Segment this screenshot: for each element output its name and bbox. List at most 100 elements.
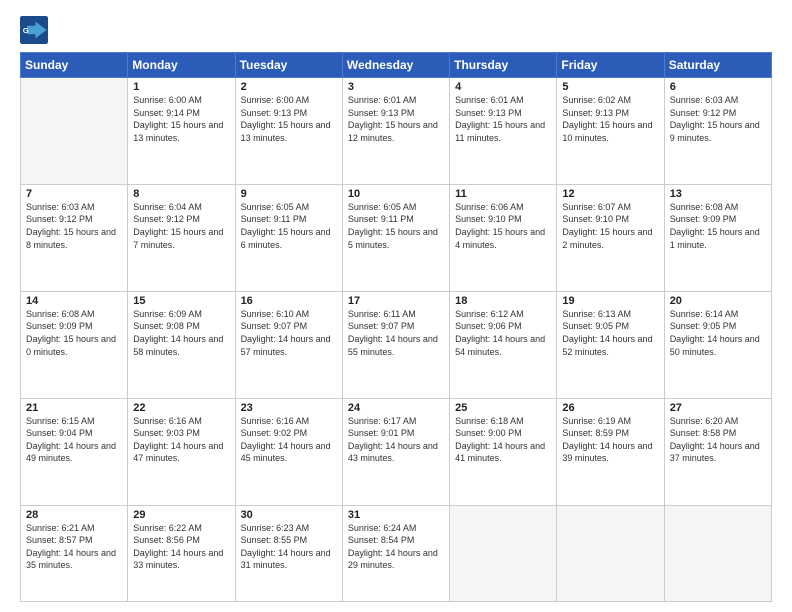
day-number: 3 [348, 81, 444, 93]
day-info: Sunrise: 6:04 AM Sunset: 9:12 PM Dayligh… [133, 201, 229, 251]
day-number: 31 [348, 509, 444, 521]
day-number: 13 [670, 188, 766, 200]
day-info: Sunrise: 6:03 AM Sunset: 9:12 PM Dayligh… [26, 201, 122, 251]
calendar-cell: 16 Sunrise: 6:10 AM Sunset: 9:07 PM Dayl… [235, 291, 342, 398]
day-number: 24 [348, 402, 444, 414]
day-info: Sunrise: 6:08 AM Sunset: 9:09 PM Dayligh… [670, 201, 766, 251]
day-info: Sunrise: 6:16 AM Sunset: 9:02 PM Dayligh… [241, 415, 337, 465]
day-info: Sunrise: 6:22 AM Sunset: 8:56 PM Dayligh… [133, 522, 229, 572]
calendar-cell: 31 Sunrise: 6:24 AM Sunset: 8:54 PM Dayl… [342, 505, 449, 602]
calendar-header-saturday: Saturday [664, 53, 771, 78]
calendar-cell [557, 505, 664, 602]
calendar-cell: 24 Sunrise: 6:17 AM Sunset: 9:01 PM Dayl… [342, 398, 449, 505]
day-info: Sunrise: 6:11 AM Sunset: 9:07 PM Dayligh… [348, 308, 444, 358]
day-number: 7 [26, 188, 122, 200]
day-number: 15 [133, 295, 229, 307]
day-number: 29 [133, 509, 229, 521]
day-info: Sunrise: 6:05 AM Sunset: 9:11 PM Dayligh… [241, 201, 337, 251]
day-info: Sunrise: 6:15 AM Sunset: 9:04 PM Dayligh… [26, 415, 122, 465]
calendar-header-tuesday: Tuesday [235, 53, 342, 78]
calendar-cell: 22 Sunrise: 6:16 AM Sunset: 9:03 PM Dayl… [128, 398, 235, 505]
day-number: 4 [455, 81, 551, 93]
day-info: Sunrise: 6:13 AM Sunset: 9:05 PM Dayligh… [562, 308, 658, 358]
calendar-cell: 29 Sunrise: 6:22 AM Sunset: 8:56 PM Dayl… [128, 505, 235, 602]
day-info: Sunrise: 6:03 AM Sunset: 9:12 PM Dayligh… [670, 94, 766, 144]
calendar-cell: 8 Sunrise: 6:04 AM Sunset: 9:12 PM Dayli… [128, 184, 235, 291]
calendar-cell: 25 Sunrise: 6:18 AM Sunset: 9:00 PM Dayl… [450, 398, 557, 505]
calendar-cell: 14 Sunrise: 6:08 AM Sunset: 9:09 PM Dayl… [21, 291, 128, 398]
calendar-cell: 28 Sunrise: 6:21 AM Sunset: 8:57 PM Dayl… [21, 505, 128, 602]
calendar-cell [450, 505, 557, 602]
day-number: 18 [455, 295, 551, 307]
calendar-cell: 4 Sunrise: 6:01 AM Sunset: 9:13 PM Dayli… [450, 78, 557, 185]
day-info: Sunrise: 6:19 AM Sunset: 8:59 PM Dayligh… [562, 415, 658, 465]
day-info: Sunrise: 6:23 AM Sunset: 8:55 PM Dayligh… [241, 522, 337, 572]
day-number: 11 [455, 188, 551, 200]
calendar-table: SundayMondayTuesdayWednesdayThursdayFrid… [20, 52, 772, 602]
calendar-body: 1 Sunrise: 6:00 AM Sunset: 9:14 PM Dayli… [21, 78, 772, 602]
day-info: Sunrise: 6:07 AM Sunset: 9:10 PM Dayligh… [562, 201, 658, 251]
day-number: 5 [562, 81, 658, 93]
day-number: 22 [133, 402, 229, 414]
calendar-cell: 11 Sunrise: 6:06 AM Sunset: 9:10 PM Dayl… [450, 184, 557, 291]
day-number: 30 [241, 509, 337, 521]
day-number: 14 [26, 295, 122, 307]
calendar-cell: 21 Sunrise: 6:15 AM Sunset: 9:04 PM Dayl… [21, 398, 128, 505]
day-info: Sunrise: 6:17 AM Sunset: 9:01 PM Dayligh… [348, 415, 444, 465]
day-number: 6 [670, 81, 766, 93]
day-info: Sunrise: 6:24 AM Sunset: 8:54 PM Dayligh… [348, 522, 444, 572]
day-info: Sunrise: 6:16 AM Sunset: 9:03 PM Dayligh… [133, 415, 229, 465]
calendar-header-friday: Friday [557, 53, 664, 78]
day-info: Sunrise: 6:01 AM Sunset: 9:13 PM Dayligh… [348, 94, 444, 144]
calendar-cell: 2 Sunrise: 6:00 AM Sunset: 9:13 PM Dayli… [235, 78, 342, 185]
day-info: Sunrise: 6:14 AM Sunset: 9:05 PM Dayligh… [670, 308, 766, 358]
calendar-cell: 18 Sunrise: 6:12 AM Sunset: 9:06 PM Dayl… [450, 291, 557, 398]
logo-icon: G [20, 16, 48, 44]
day-info: Sunrise: 6:05 AM Sunset: 9:11 PM Dayligh… [348, 201, 444, 251]
day-info: Sunrise: 6:20 AM Sunset: 8:58 PM Dayligh… [670, 415, 766, 465]
day-number: 20 [670, 295, 766, 307]
day-info: Sunrise: 6:00 AM Sunset: 9:13 PM Dayligh… [241, 94, 337, 144]
day-number: 23 [241, 402, 337, 414]
header: G [20, 16, 772, 44]
day-number: 25 [455, 402, 551, 414]
calendar-cell: 6 Sunrise: 6:03 AM Sunset: 9:12 PM Dayli… [664, 78, 771, 185]
calendar-cell: 5 Sunrise: 6:02 AM Sunset: 9:13 PM Dayli… [557, 78, 664, 185]
calendar-cell: 10 Sunrise: 6:05 AM Sunset: 9:11 PM Dayl… [342, 184, 449, 291]
week-row-4: 21 Sunrise: 6:15 AM Sunset: 9:04 PM Dayl… [21, 398, 772, 505]
calendar-header-wednesday: Wednesday [342, 53, 449, 78]
calendar-cell: 27 Sunrise: 6:20 AM Sunset: 8:58 PM Dayl… [664, 398, 771, 505]
calendar-header-row: SundayMondayTuesdayWednesdayThursdayFrid… [21, 53, 772, 78]
logo: G [20, 16, 52, 44]
calendar-cell: 20 Sunrise: 6:14 AM Sunset: 9:05 PM Dayl… [664, 291, 771, 398]
day-info: Sunrise: 6:09 AM Sunset: 9:08 PM Dayligh… [133, 308, 229, 358]
day-info: Sunrise: 6:21 AM Sunset: 8:57 PM Dayligh… [26, 522, 122, 572]
day-number: 16 [241, 295, 337, 307]
day-number: 1 [133, 81, 229, 93]
calendar-cell: 9 Sunrise: 6:05 AM Sunset: 9:11 PM Dayli… [235, 184, 342, 291]
day-number: 2 [241, 81, 337, 93]
day-info: Sunrise: 6:01 AM Sunset: 9:13 PM Dayligh… [455, 94, 551, 144]
day-info: Sunrise: 6:10 AM Sunset: 9:07 PM Dayligh… [241, 308, 337, 358]
day-info: Sunrise: 6:08 AM Sunset: 9:09 PM Dayligh… [26, 308, 122, 358]
week-row-1: 1 Sunrise: 6:00 AM Sunset: 9:14 PM Dayli… [21, 78, 772, 185]
week-row-5: 28 Sunrise: 6:21 AM Sunset: 8:57 PM Dayl… [21, 505, 772, 602]
day-number: 19 [562, 295, 658, 307]
calendar-cell: 1 Sunrise: 6:00 AM Sunset: 9:14 PM Dayli… [128, 78, 235, 185]
day-number: 9 [241, 188, 337, 200]
day-number: 8 [133, 188, 229, 200]
calendar-cell: 13 Sunrise: 6:08 AM Sunset: 9:09 PM Dayl… [664, 184, 771, 291]
day-info: Sunrise: 6:02 AM Sunset: 9:13 PM Dayligh… [562, 94, 658, 144]
day-info: Sunrise: 6:12 AM Sunset: 9:06 PM Dayligh… [455, 308, 551, 358]
day-number: 21 [26, 402, 122, 414]
day-info: Sunrise: 6:06 AM Sunset: 9:10 PM Dayligh… [455, 201, 551, 251]
week-row-3: 14 Sunrise: 6:08 AM Sunset: 9:09 PM Dayl… [21, 291, 772, 398]
calendar-cell: 23 Sunrise: 6:16 AM Sunset: 9:02 PM Dayl… [235, 398, 342, 505]
day-number: 27 [670, 402, 766, 414]
week-row-2: 7 Sunrise: 6:03 AM Sunset: 9:12 PM Dayli… [21, 184, 772, 291]
day-number: 28 [26, 509, 122, 521]
calendar-cell: 19 Sunrise: 6:13 AM Sunset: 9:05 PM Dayl… [557, 291, 664, 398]
day-number: 10 [348, 188, 444, 200]
calendar-cell: 26 Sunrise: 6:19 AM Sunset: 8:59 PM Dayl… [557, 398, 664, 505]
day-info: Sunrise: 6:18 AM Sunset: 9:00 PM Dayligh… [455, 415, 551, 465]
